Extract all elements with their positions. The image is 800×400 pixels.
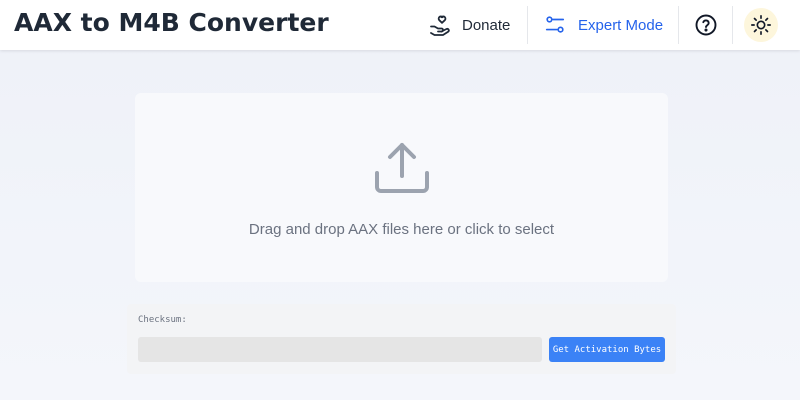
nav-divider xyxy=(732,6,733,44)
checksum-label: Checksum: xyxy=(138,315,187,325)
checksum-input[interactable] xyxy=(138,337,542,362)
checksum-panel: Checksum: Get Activation Bytes xyxy=(127,304,676,374)
help-circle-icon xyxy=(695,14,717,36)
nav-divider xyxy=(527,6,528,44)
hand-heart-icon xyxy=(430,15,450,36)
donate-label: Donate xyxy=(462,16,511,34)
sun-icon xyxy=(751,15,771,35)
help-button[interactable] xyxy=(694,13,718,37)
get-activation-bytes-button[interactable]: Get Activation Bytes xyxy=(549,337,665,362)
dropzone-instructions: Drag and drop AAX files here or click to… xyxy=(248,221,555,238)
upload-icon xyxy=(374,143,429,193)
theme-toggle-button[interactable] xyxy=(744,8,778,42)
expert-mode-link[interactable]: Expert Mode xyxy=(544,12,663,38)
app-title: AAX to M4B Converter xyxy=(14,8,329,37)
app-header: AAX to M4B Converter Donate Expert Mode xyxy=(0,0,800,50)
sliders-icon xyxy=(545,16,565,33)
donate-link[interactable]: Donate xyxy=(428,12,510,38)
file-dropzone[interactable]: Drag and drop AAX files here or click to… xyxy=(135,93,668,282)
expert-mode-label: Expert Mode xyxy=(578,16,664,34)
nav-divider xyxy=(678,6,679,44)
